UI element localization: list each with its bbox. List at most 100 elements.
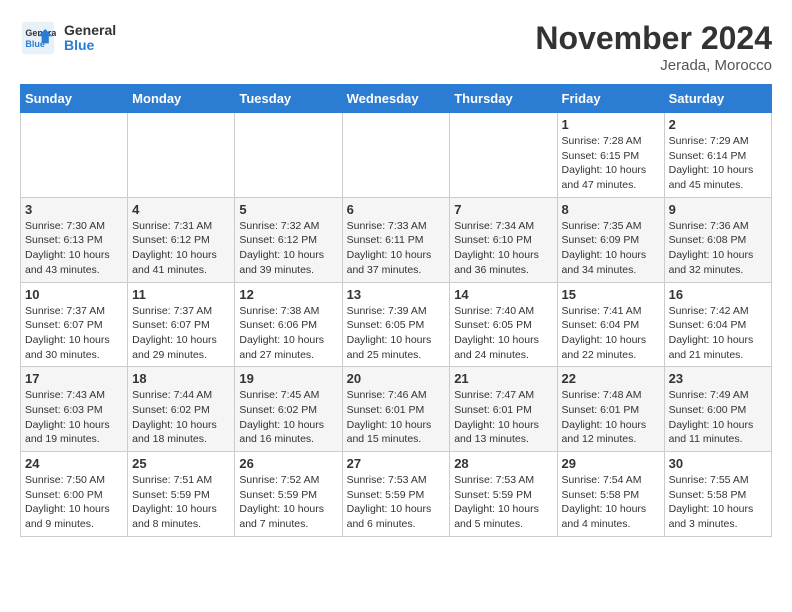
day-info: Sunrise: 7:43 AM Sunset: 6:03 PM Dayligh… — [25, 388, 123, 447]
day-info: Sunrise: 7:34 AM Sunset: 6:10 PM Dayligh… — [454, 219, 552, 278]
day-number: 11 — [132, 287, 230, 302]
weekday-header: Thursday — [450, 85, 557, 113]
day-number: 25 — [132, 456, 230, 471]
weekday-header: Wednesday — [342, 85, 450, 113]
calendar-cell — [342, 113, 450, 198]
day-number: 26 — [239, 456, 337, 471]
day-number: 3 — [25, 202, 123, 217]
day-number: 15 — [562, 287, 660, 302]
location: Jerada, Morocco — [535, 57, 772, 74]
day-number: 5 — [239, 202, 337, 217]
calendar-cell: 20Sunrise: 7:46 AM Sunset: 6:01 PM Dayli… — [342, 367, 450, 452]
calendar-cell — [128, 113, 235, 198]
day-number: 18 — [132, 371, 230, 386]
day-info: Sunrise: 7:55 AM Sunset: 5:58 PM Dayligh… — [669, 473, 767, 532]
calendar-cell — [235, 113, 342, 198]
day-number: 20 — [347, 371, 446, 386]
day-number: 19 — [239, 371, 337, 386]
day-info: Sunrise: 7:51 AM Sunset: 5:59 PM Dayligh… — [132, 473, 230, 532]
day-number: 8 — [562, 202, 660, 217]
calendar-cell: 19 Sunrise: 7:45 AM Sunset: 6:02 PM Dayli… — [235, 367, 342, 452]
logo-icon: General Blue — [20, 20, 56, 56]
weekday-header: Friday — [557, 85, 664, 113]
day-info: Sunrise: 7:53 AM Sunset: 5:59 PM Dayligh… — [454, 473, 552, 532]
calendar-cell: 25 Sunrise: 7:51 AM Sunset: 5:59 PM Dayli… — [128, 452, 235, 537]
day-info: Sunrise: 7:53 AM Sunset: 5:59 PM Dayligh… — [347, 473, 446, 532]
day-info: Sunrise: 7:40 AM Sunset: 6:05 PM Dayligh… — [454, 304, 552, 363]
calendar-cell: 4 Sunrise: 7:31 AM Sunset: 6:12 PM Daylig… — [128, 197, 235, 282]
day-info: Sunrise: 7:52 AM Sunset: 5:59 PM Dayligh… — [239, 473, 337, 532]
day-info: Sunrise: 7:31 AM Sunset: 6:12 PM Dayligh… — [132, 219, 230, 278]
page-header: General Blue General Blue November 2024 … — [20, 20, 772, 74]
calendar-cell: 27 Sunrise: 7:53 AM Sunset: 5:59 PM Dayli… — [342, 452, 450, 537]
day-number: 13 — [347, 287, 446, 302]
day-number: 1 — [562, 117, 660, 132]
title-block: November 2024 Jerada, Morocco — [535, 20, 772, 74]
day-info: Sunrise: 7:39 AM Sunset: 6:05 PM Dayligh… — [347, 304, 446, 363]
calendar-week-row: 17 Sunrise: 7:43 AM Sunset: 6:03 PM Dayli… — [21, 367, 772, 452]
day-info: Sunrise: 7:32 AM Sunset: 6:12 PM Dayligh… — [239, 219, 337, 278]
day-info: Sunrise: 7:37 AM Sunset: 6:07 PM Dayligh… — [25, 304, 123, 363]
calendar-cell: 3 Sunrise: 7:30 AM Sunset: 6:13 PM Daylig… — [21, 197, 128, 282]
weekday-header-row: SundayMondayTuesdayWednesdayThursdayFrid… — [21, 85, 772, 113]
calendar-cell: 13 Sunrise: 7:39 AM Sunset: 6:05 PM Dayli… — [342, 282, 450, 367]
day-number: 16 — [669, 287, 767, 302]
calendar-cell: 18 Sunrise: 7:44 AM Sunset: 6:02 PM Dayli… — [128, 367, 235, 452]
day-info: Sunrise: 7:44 AM Sunset: 6:02 PM Dayligh… — [132, 388, 230, 447]
calendar-cell: 29Sunrise: 7:54 AM Sunset: 5:58 PM Dayli… — [557, 452, 664, 537]
logo-general: General — [64, 23, 116, 38]
calendar-cell: 22Sunrise: 7:48 AM Sunset: 6:01 PM Dayli… — [557, 367, 664, 452]
calendar-header: SundayMondayTuesdayWednesdayThursdayFrid… — [21, 85, 772, 113]
day-number: 27 — [347, 456, 446, 471]
day-number: 21 — [454, 371, 552, 386]
day-info: Sunrise: 7:37 AM Sunset: 6:07 PM Dayligh… — [132, 304, 230, 363]
calendar-cell: 28Sunrise: 7:53 AM Sunset: 5:59 PM Dayli… — [450, 452, 557, 537]
svg-text:General: General — [25, 28, 56, 38]
calendar-cell: 24 Sunrise: 7:50 AM Sunset: 6:00 PM Dayli… — [21, 452, 128, 537]
day-number: 7 — [454, 202, 552, 217]
calendar-cell: 15Sunrise: 7:41 AM Sunset: 6:04 PM Dayli… — [557, 282, 664, 367]
day-info: Sunrise: 7:42 AM Sunset: 6:04 PM Dayligh… — [669, 304, 767, 363]
calendar-week-row: 3 Sunrise: 7:30 AM Sunset: 6:13 PM Daylig… — [21, 197, 772, 282]
day-info: Sunrise: 7:33 AM Sunset: 6:11 PM Dayligh… — [347, 219, 446, 278]
day-info: Sunrise: 7:35 AM Sunset: 6:09 PM Dayligh… — [562, 219, 660, 278]
day-info: Sunrise: 7:54 AM Sunset: 5:58 PM Dayligh… — [562, 473, 660, 532]
calendar-cell: 10Sunrise: 7:37 AM Sunset: 6:07 PM Dayli… — [21, 282, 128, 367]
calendar-cell: 6 Sunrise: 7:33 AM Sunset: 6:11 PM Daylig… — [342, 197, 450, 282]
day-info: Sunrise: 7:47 AM Sunset: 6:01 PM Dayligh… — [454, 388, 552, 447]
calendar-cell: 14Sunrise: 7:40 AM Sunset: 6:05 PM Dayli… — [450, 282, 557, 367]
calendar-cell: 17 Sunrise: 7:43 AM Sunset: 6:03 PM Dayli… — [21, 367, 128, 452]
day-number: 24 — [25, 456, 123, 471]
calendar-cell: 30Sunrise: 7:55 AM Sunset: 5:58 PM Dayli… — [664, 452, 771, 537]
calendar-cell: 26 Sunrise: 7:52 AM Sunset: 5:59 PM Dayli… — [235, 452, 342, 537]
logo: General Blue General Blue — [20, 20, 116, 56]
day-info: Sunrise: 7:49 AM Sunset: 6:00 PM Dayligh… — [669, 388, 767, 447]
calendar-cell: 11 Sunrise: 7:37 AM Sunset: 6:07 PM Dayli… — [128, 282, 235, 367]
day-number: 4 — [132, 202, 230, 217]
calendar-cell: 2Sunrise: 7:29 AM Sunset: 6:14 PM Daylig… — [664, 113, 771, 198]
calendar-cell: 9 Sunrise: 7:36 AM Sunset: 6:08 PM Daylig… — [664, 197, 771, 282]
day-info: Sunrise: 7:50 AM Sunset: 6:00 PM Dayligh… — [25, 473, 123, 532]
day-number: 23 — [669, 371, 767, 386]
day-info: Sunrise: 7:38 AM Sunset: 6:06 PM Dayligh… — [239, 304, 337, 363]
day-number: 6 — [347, 202, 446, 217]
day-number: 17 — [25, 371, 123, 386]
calendar-table: SundayMondayTuesdayWednesdayThursdayFrid… — [20, 84, 772, 537]
weekday-header: Saturday — [664, 85, 771, 113]
calendar-cell — [21, 113, 128, 198]
day-number: 9 — [669, 202, 767, 217]
day-info: Sunrise: 7:45 AM Sunset: 6:02 PM Dayligh… — [239, 388, 337, 447]
calendar-week-row: 10Sunrise: 7:37 AM Sunset: 6:07 PM Dayli… — [21, 282, 772, 367]
calendar-cell: 5 Sunrise: 7:32 AM Sunset: 6:12 PM Daylig… — [235, 197, 342, 282]
calendar-cell: 16 Sunrise: 7:42 AM Sunset: 6:04 PM Dayli… — [664, 282, 771, 367]
calendar-cell: 12 Sunrise: 7:38 AM Sunset: 6:06 PM Dayli… — [235, 282, 342, 367]
calendar-week-row: 1Sunrise: 7:28 AM Sunset: 6:15 PM Daylig… — [21, 113, 772, 198]
day-info: Sunrise: 7:36 AM Sunset: 6:08 PM Dayligh… — [669, 219, 767, 278]
day-info: Sunrise: 7:30 AM Sunset: 6:13 PM Dayligh… — [25, 219, 123, 278]
day-number: 2 — [669, 117, 767, 132]
calendar-body: 1Sunrise: 7:28 AM Sunset: 6:15 PM Daylig… — [21, 113, 772, 537]
calendar-cell — [450, 113, 557, 198]
logo-blue: Blue — [64, 38, 116, 53]
day-number: 12 — [239, 287, 337, 302]
calendar-cell: 7 Sunrise: 7:34 AM Sunset: 6:10 PM Daylig… — [450, 197, 557, 282]
